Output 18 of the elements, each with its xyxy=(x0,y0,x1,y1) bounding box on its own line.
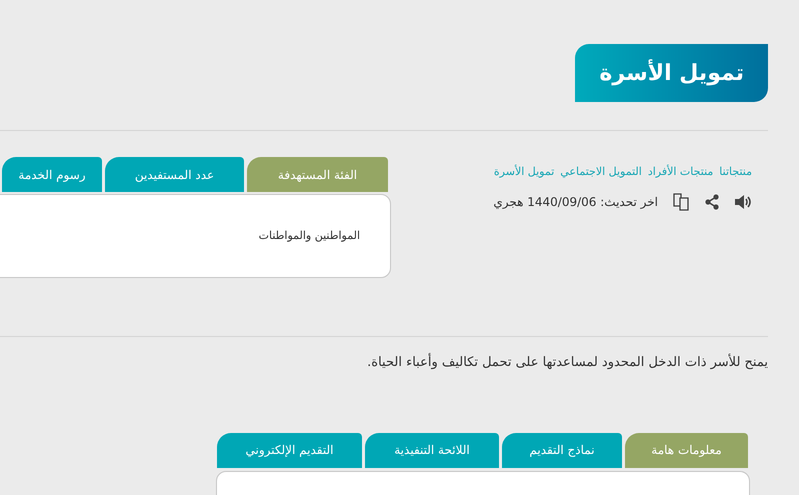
share-icon[interactable] xyxy=(704,194,720,210)
description: يمنح للأسر ذات الدخل المحدود لمساعدتها على تحمل تكاليف وأعباء الحياة. xyxy=(366,353,768,372)
tab[interactable]: اللائحة التنفيذية xyxy=(365,432,499,468)
speaker-icon[interactable] xyxy=(734,194,752,210)
copy-icon[interactable] xyxy=(672,192,690,210)
info-text: المواطنين والمواطنات xyxy=(258,228,360,244)
breadcrumb-link[interactable]: تمويل الأسرة xyxy=(494,164,554,180)
tab[interactable]: التقديم الإلكتروني xyxy=(217,432,362,468)
breadcrumb-link[interactable]: منتجاتنا xyxy=(719,164,752,180)
tab[interactable]: معلومات هامة xyxy=(625,432,748,468)
tab[interactable]: الفئة المستهدفة xyxy=(247,157,388,192)
page-title: تمويل الأسرة xyxy=(575,44,768,102)
breadcrumb-link[interactable]: منتجات الأفراد xyxy=(648,164,714,180)
breadcrumb-link[interactable]: التمويل الاجتماعي xyxy=(560,164,642,180)
last-update-text: اخر تحديث: 1440/09/06 هجري xyxy=(493,194,658,210)
tab[interactable]: عدد المستفيدين xyxy=(105,157,244,192)
tab[interactable]: نماذج التقديم xyxy=(502,432,622,468)
tab[interactable]: رسوم الخدمة xyxy=(2,157,102,192)
